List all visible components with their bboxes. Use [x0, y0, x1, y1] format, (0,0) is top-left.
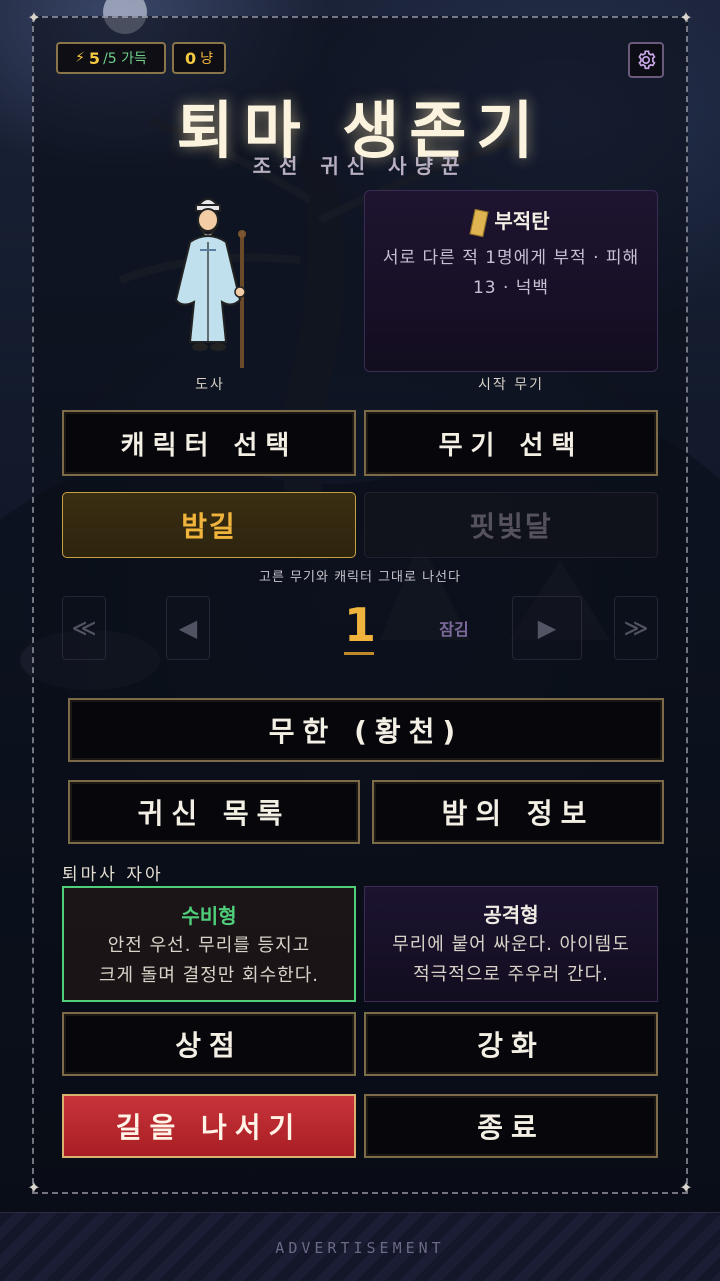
stage-first-button[interactable]: ≪: [62, 596, 106, 660]
mode-blood-moon-button[interactable]: 핏빛달: [364, 492, 658, 558]
lightning-icon: ⚡: [75, 50, 85, 66]
infinite-mode-button[interactable]: 무한 (황천): [68, 698, 664, 762]
advertisement-banner[interactable]: ADVERTISEMENT: [0, 1212, 720, 1281]
character-portrait: [160, 190, 260, 370]
stage-number: 1: [343, 598, 376, 652]
frame-corner-ornament: ✦: [679, 8, 693, 27]
stage-locked-label: 잠김: [439, 620, 469, 639]
settings-button[interactable]: [628, 42, 664, 78]
ego-offensive-desc-2: 적극적으로 주우러 간다.: [413, 964, 609, 985]
ego-section-label: 퇴마사 자아: [62, 865, 164, 885]
character-select-button[interactable]: 캐릭터 선택: [62, 410, 356, 476]
ego-defensive-card[interactable]: 수비형 안전 우선. 무리를 등지고 크게 돌며 결정만 회수한다.: [62, 886, 356, 1002]
talisman-icon: [469, 208, 489, 237]
game-subtitle: 조선 귀신 사냥꾼: [252, 154, 468, 178]
night-info-button[interactable]: 밤의 정보: [372, 780, 664, 844]
stamina-current: 5: [88, 48, 101, 68]
gold-value: 0: [184, 48, 197, 68]
stage-number-underline: [344, 652, 374, 655]
ghost-list-button[interactable]: 귀신 목록: [68, 780, 360, 844]
ego-defensive-desc-2: 크게 돌며 결정만 회수한다.: [98, 965, 320, 986]
gear-icon: [638, 50, 656, 70]
stage-prev-button[interactable]: ◀: [166, 596, 210, 660]
ego-defensive-desc-1: 안전 우선. 무리를 등지고: [107, 935, 311, 956]
frame-corner-ornament: ✦: [679, 1178, 693, 1197]
gold-unit: 냥: [200, 51, 214, 67]
quit-button[interactable]: 종료: [364, 1094, 658, 1158]
ego-defensive-title: 수비형: [181, 904, 237, 928]
left-arrow-icon: ◀: [178, 614, 198, 642]
mode-night-road-button[interactable]: 밤길: [62, 492, 356, 558]
frame-corner-ornament: ✦: [27, 8, 41, 27]
advertisement-label: ADVERTISEMENT: [275, 1239, 445, 1257]
weapon-caption: 시작 무기: [478, 377, 544, 393]
character-name: 도사: [195, 377, 225, 393]
weapon-info-card: 부적탄 서로 다른 적 1명에게 부적 · 피해 13 · 넉백: [364, 190, 658, 372]
ego-offensive-title: 공격형: [483, 903, 539, 927]
double-left-icon: ≪: [71, 614, 97, 642]
right-arrow-icon: ▶: [537, 614, 557, 642]
ego-offensive-card[interactable]: 공격형 무리에 붙어 싸운다. 아이템도 적극적으로 주우러 간다.: [364, 886, 658, 1002]
stamina-max: /5 가득: [103, 51, 147, 67]
frame-corner-ornament: ✦: [27, 1178, 41, 1197]
shop-button[interactable]: 상점: [62, 1012, 356, 1076]
stage-last-button[interactable]: ≫: [614, 596, 658, 660]
stamina-counter: ⚡ 5 /5 가득: [56, 42, 166, 74]
ego-offensive-desc-1: 무리에 붙어 싸운다. 아이템도: [392, 934, 630, 955]
stage-next-button[interactable]: ▶: [512, 596, 582, 660]
double-right-icon: ≫: [623, 614, 649, 642]
gold-counter: 0 냥: [172, 42, 226, 74]
start-journey-button[interactable]: 길을 나서기: [62, 1094, 356, 1158]
upgrade-button[interactable]: 강화: [364, 1012, 658, 1076]
weapon-title-row: 부적탄: [365, 205, 657, 237]
mode-hint: 고른 무기와 캐릭터 그대로 나선다: [259, 570, 461, 585]
weapon-description: 서로 다른 적 1명에게 부적 · 피해 13 · 넉백: [382, 248, 640, 298]
weapon-select-button[interactable]: 무기 선택: [364, 410, 658, 476]
weapon-name: 부적탄: [494, 209, 550, 233]
